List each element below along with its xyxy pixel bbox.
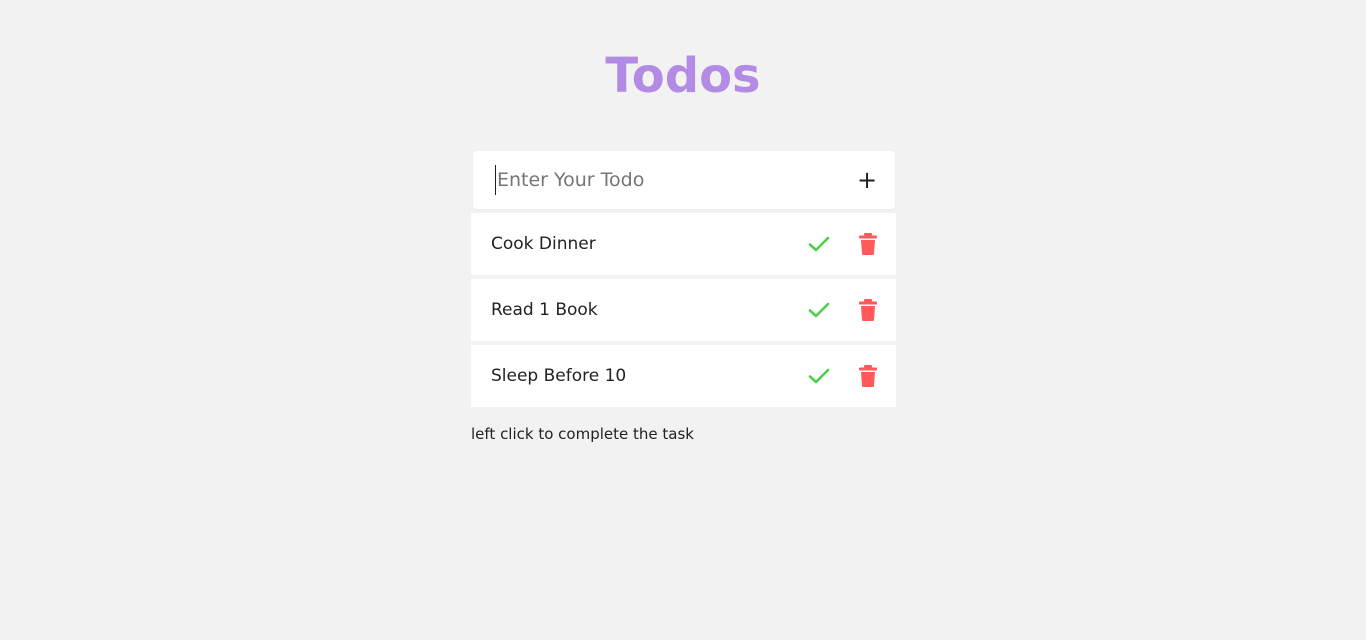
todo-container: + Cook Dinner Read 1 Book: [471, 151, 896, 407]
check-icon[interactable]: [807, 298, 831, 322]
trash-icon[interactable]: [858, 298, 878, 322]
trash-icon[interactable]: [858, 364, 878, 388]
check-icon[interactable]: [807, 364, 831, 388]
todo-item[interactable]: Read 1 Book: [471, 279, 896, 341]
todo-item[interactable]: Sleep Before 10: [471, 345, 896, 407]
hint-text: left click to complete the task: [471, 425, 694, 443]
todo-input-row: +: [473, 151, 895, 209]
page-title: Todos: [605, 48, 761, 104]
todo-input[interactable]: [495, 165, 837, 195]
todo-item[interactable]: Cook Dinner: [471, 213, 896, 275]
todo-list: Cook Dinner Read 1 Book Sleep Before 10: [471, 213, 896, 407]
add-todo-button[interactable]: +: [853, 165, 881, 195]
todo-text: Cook Dinner: [491, 234, 596, 254]
check-icon[interactable]: [807, 232, 831, 256]
todo-text: Read 1 Book: [491, 300, 598, 320]
todo-text: Sleep Before 10: [491, 366, 627, 386]
trash-icon[interactable]: [858, 232, 878, 256]
